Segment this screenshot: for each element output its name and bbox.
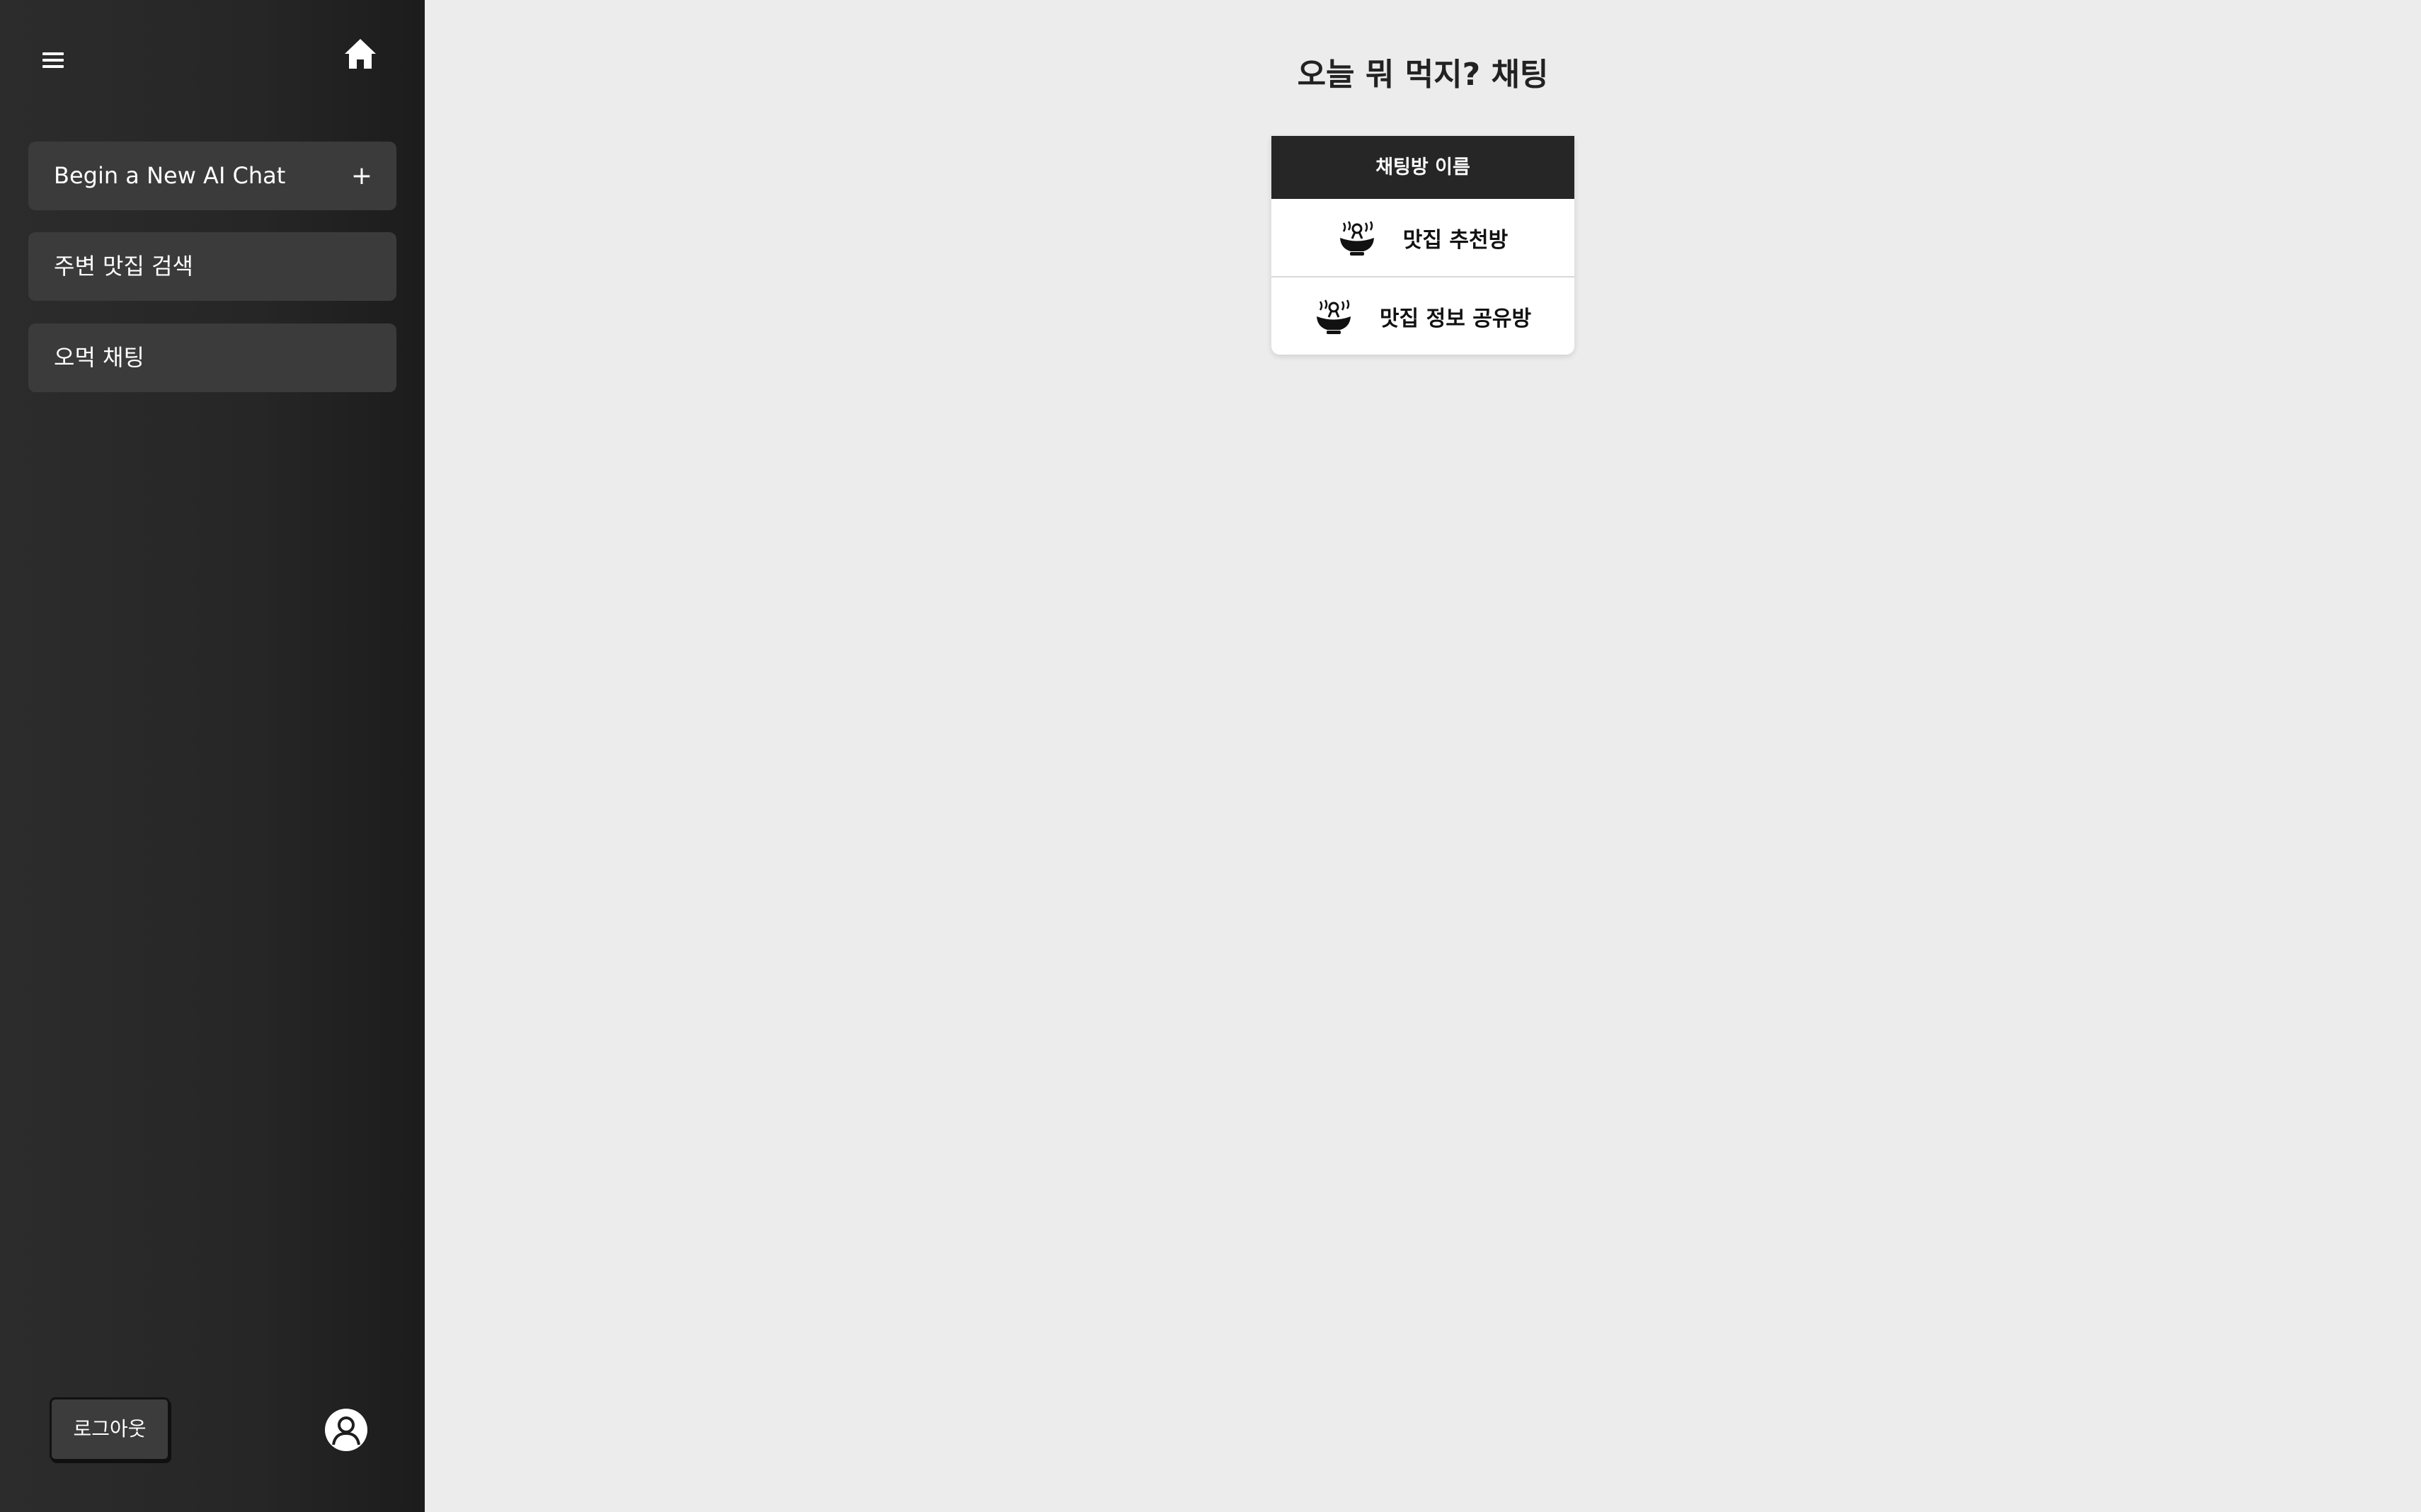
user-silhouette-icon — [332, 1416, 360, 1445]
sidebar-item-label: 주변 맛집 검색 — [54, 253, 193, 280]
hamburger-menu-icon[interactable] — [41, 48, 65, 72]
chat-room-name: 맛집 정보 공유방 — [1379, 306, 1532, 331]
sidebar: Begin a New AI Chat + 주변 맛집 검색 오먹 채팅 로그아… — [0, 0, 425, 1512]
home-icon[interactable] — [343, 37, 378, 72]
new-ai-chat-button[interactable]: Begin a New AI Chat + — [28, 142, 396, 210]
plus-icon: + — [350, 161, 372, 190]
new-ai-chat-label: Begin a New AI Chat — [54, 162, 286, 189]
table-header: 채팅방 이름 — [1271, 136, 1574, 199]
user-avatar-icon[interactable] — [325, 1409, 367, 1451]
logout-button[interactable]: 로그아웃 — [50, 1397, 170, 1461]
chat-room-row[interactable]: 맛집 추천방 — [1271, 199, 1574, 276]
food-bowl-icon — [1339, 220, 1374, 256]
chat-room-name: 맛집 추천방 — [1402, 227, 1509, 253]
sidebar-item-omuk-chat[interactable]: 오먹 채팅 — [28, 323, 396, 392]
chat-room-table: 채팅방 이름 맛집 추천방 맛집 정보 공유방 — [1271, 136, 1574, 355]
chat-room-row[interactable]: 맛집 정보 공유방 — [1271, 276, 1574, 355]
food-bowl-icon — [1316, 299, 1351, 334]
main-content: 오늘 뭐 먹지? 채팅 채팅방 이름 맛집 추천방 맛집 정보 공유방 — [425, 0, 2421, 1512]
sidebar-item-nearby-restaurant-search[interactable]: 주변 맛집 검색 — [28, 232, 396, 301]
sidebar-item-label: 오먹 채팅 — [54, 344, 144, 371]
page-title: 오늘 뭐 먹지? 채팅 — [1297, 57, 1549, 93]
